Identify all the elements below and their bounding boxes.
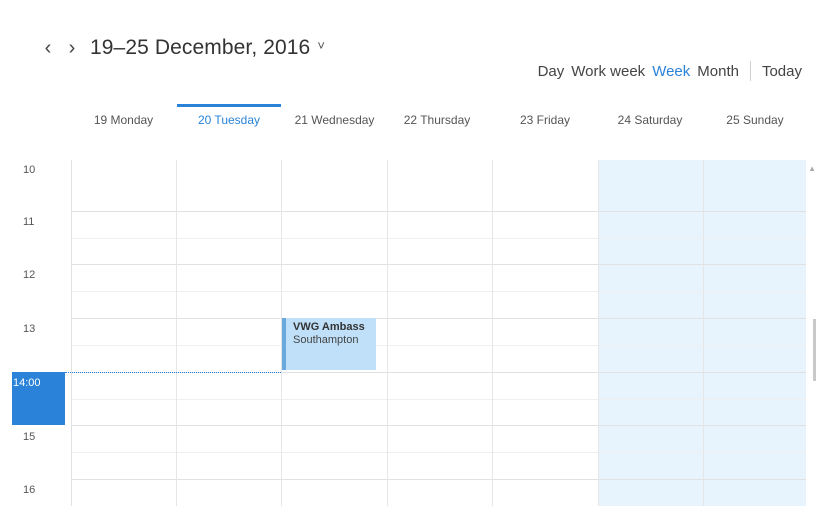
chevron-right-icon[interactable]: ›: [60, 36, 84, 60]
vertical-scrollbar[interactable]: ▲: [806, 160, 818, 506]
day-header-thursday[interactable]: 22 Thursday: [388, 104, 486, 136]
today-button[interactable]: Today: [762, 63, 802, 80]
column-divider: [492, 160, 493, 506]
half-hour-line: [71, 291, 806, 292]
hour-line: [71, 318, 806, 319]
hour-label-12: 12: [23, 269, 36, 281]
hour-line: [71, 211, 806, 212]
half-hour-line: [71, 345, 806, 346]
hour-line: [71, 264, 806, 265]
calendar-grid[interactable]: 10 11 12 13 15 16 14:00 VWG Ambass South…: [0, 160, 808, 506]
calendar-event[interactable]: VWG Ambass Southampton: [282, 318, 376, 370]
hour-label-10: 10: [23, 164, 36, 176]
event-location: Southampton: [293, 334, 359, 346]
column-divider: [176, 160, 177, 506]
date-navigation: ‹ › 19–25 December, 2016 ˅: [36, 36, 325, 60]
view-work-week-button[interactable]: Work week: [571, 63, 645, 80]
event-title: VWG Ambass: [293, 321, 365, 333]
day-header-row: 19 Monday 20 Tuesday 21 Wednesday 22 Thu…: [71, 104, 806, 136]
gutter-divider: [71, 160, 72, 506]
column-divider: [703, 160, 704, 506]
day-header-monday[interactable]: 19 Monday: [71, 104, 176, 136]
current-time-label: 14:00: [13, 377, 41, 389]
chevron-down-icon[interactable]: ˅: [317, 38, 325, 53]
half-hour-line: [71, 238, 806, 239]
hour-line: [71, 425, 806, 426]
day-header-tuesday[interactable]: 20 Tuesday: [177, 104, 281, 136]
view-divider: [749, 61, 751, 81]
view-day-button[interactable]: Day: [538, 63, 565, 80]
day-header-saturday[interactable]: 24 Saturday: [598, 104, 702, 136]
column-divider: [598, 160, 599, 506]
column-divider: [387, 160, 388, 506]
current-time-badge: 14:00: [12, 372, 65, 425]
view-switcher: Day Work week Week Month Today: [531, 61, 802, 81]
current-time-line: [65, 372, 281, 373]
day-header-friday[interactable]: 23 Friday: [493, 104, 597, 136]
hour-label-11: 11: [23, 216, 35, 228]
scrollbar-thumb[interactable]: [813, 319, 816, 381]
day-header-sunday[interactable]: 25 Sunday: [703, 104, 807, 136]
hour-label-13: 13: [23, 323, 36, 335]
chevron-left-icon[interactable]: ‹: [36, 36, 60, 60]
scroll-up-icon[interactable]: ▲: [808, 164, 816, 173]
view-week-button[interactable]: Week: [652, 63, 690, 80]
view-month-button[interactable]: Month: [697, 63, 739, 80]
date-range-title[interactable]: 19–25 December, 2016: [90, 36, 310, 60]
hour-label-15: 15: [23, 431, 36, 443]
hour-label-16: 16: [23, 484, 36, 496]
half-hour-line: [71, 452, 806, 453]
half-hour-line: [71, 399, 806, 400]
day-header-wednesday[interactable]: 21 Wednesday: [282, 104, 387, 136]
hour-line: [71, 479, 806, 480]
